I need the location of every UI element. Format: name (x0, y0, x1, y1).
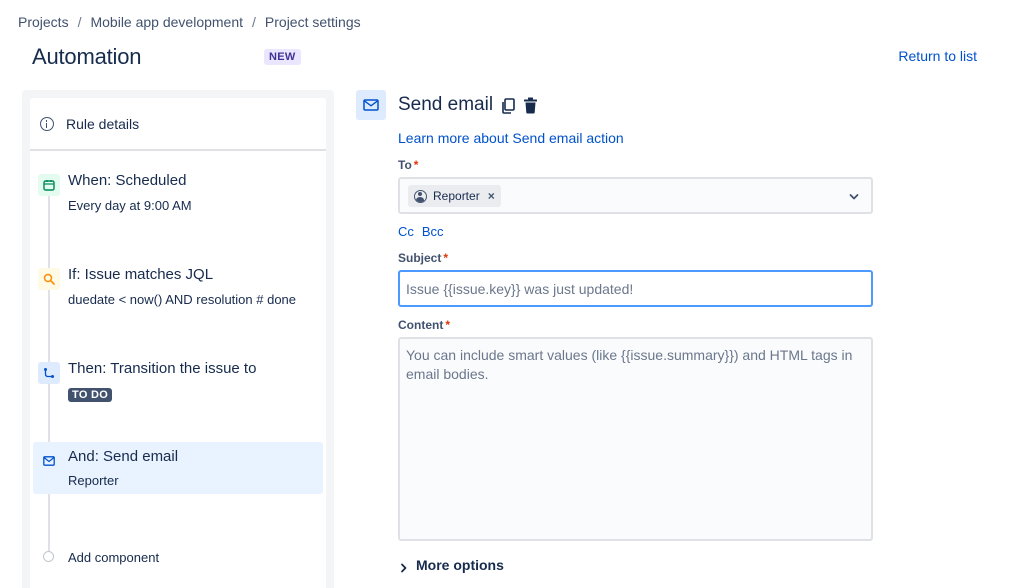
step-title: If: Issue matches JQL (68, 266, 214, 283)
step-subtitle: duedate < now() AND resolution # done (68, 292, 297, 307)
user-icon (414, 189, 427, 203)
action-title: Send email (398, 94, 494, 115)
step-subtitle: Every day at 9:00 AM (68, 198, 192, 213)
page-title: Automation (32, 44, 142, 69)
to-label: To * (398, 158, 418, 172)
to-label-text: To (398, 158, 412, 172)
to-select[interactable]: Reporter × (398, 177, 873, 214)
chevron-down-icon[interactable] (849, 189, 859, 200)
breadcrumb-project[interactable]: Mobile app development (90, 14, 243, 30)
step-subtitle: Reporter (68, 473, 119, 488)
chevron-right-icon (400, 560, 408, 573)
content-textarea[interactable] (398, 337, 873, 541)
search-icon (38, 268, 60, 290)
step-title: And: Send email (68, 448, 179, 465)
more-options-label: More options (416, 557, 504, 573)
add-component-label: Add component (68, 550, 160, 565)
return-to-list-link[interactable]: Return to list (898, 48, 977, 64)
step-title: Then: Transition the issue to (68, 360, 257, 377)
chip-remove-icon[interactable]: × (488, 189, 495, 203)
step-and-send-email[interactable]: And: Send email Reporter (33, 442, 323, 494)
mail-icon (356, 90, 386, 120)
more-options-toggle[interactable]: More options (400, 557, 504, 573)
breadcrumb-projects[interactable]: Projects (18, 14, 69, 30)
breadcrumb-settings[interactable]: Project settings (265, 14, 361, 30)
status-lozenge: TO DO (68, 388, 113, 402)
cc-bcc-links: Cc Bcc (398, 224, 444, 239)
transition-icon (38, 362, 60, 384)
required-mark: * (443, 251, 449, 265)
chip-label: Reporter (433, 189, 480, 203)
step-title: When: Scheduled (68, 172, 187, 189)
cc-link[interactable]: Cc (398, 224, 414, 239)
rule-panel: Rule details When: Scheduled Every day a… (22, 90, 334, 588)
add-dot-icon (43, 551, 54, 562)
calendar-icon (38, 174, 60, 196)
subject-label-text: Subject (398, 251, 442, 265)
info-icon (40, 117, 54, 131)
new-badge: NEW (264, 49, 301, 65)
content-label: Content * (398, 318, 450, 332)
learn-more-link[interactable]: Learn more about Send email action (398, 130, 624, 146)
rule-details-item[interactable]: Rule details (40, 116, 139, 132)
rule-list: Rule details When: Scheduled Every day a… (30, 98, 326, 588)
delete-icon[interactable] (523, 97, 538, 114)
content-label-text: Content (398, 318, 444, 332)
rule-details-label: Rule details (66, 116, 140, 132)
mail-icon (38, 450, 60, 472)
bcc-link[interactable]: Bcc (422, 224, 444, 239)
copy-icon[interactable] (501, 98, 515, 114)
breadcrumb: Projects / Mobile app development / Proj… (18, 14, 361, 30)
subject-input[interactable] (398, 270, 873, 307)
required-mark: * (413, 158, 419, 172)
subject-label: Subject * (398, 251, 448, 265)
rule-divider (30, 149, 326, 151)
required-mark: * (445, 318, 450, 332)
reporter-chip[interactable]: Reporter × (408, 185, 501, 207)
breadcrumb-separator: / (77, 14, 82, 30)
breadcrumb-separator: / (252, 14, 256, 30)
